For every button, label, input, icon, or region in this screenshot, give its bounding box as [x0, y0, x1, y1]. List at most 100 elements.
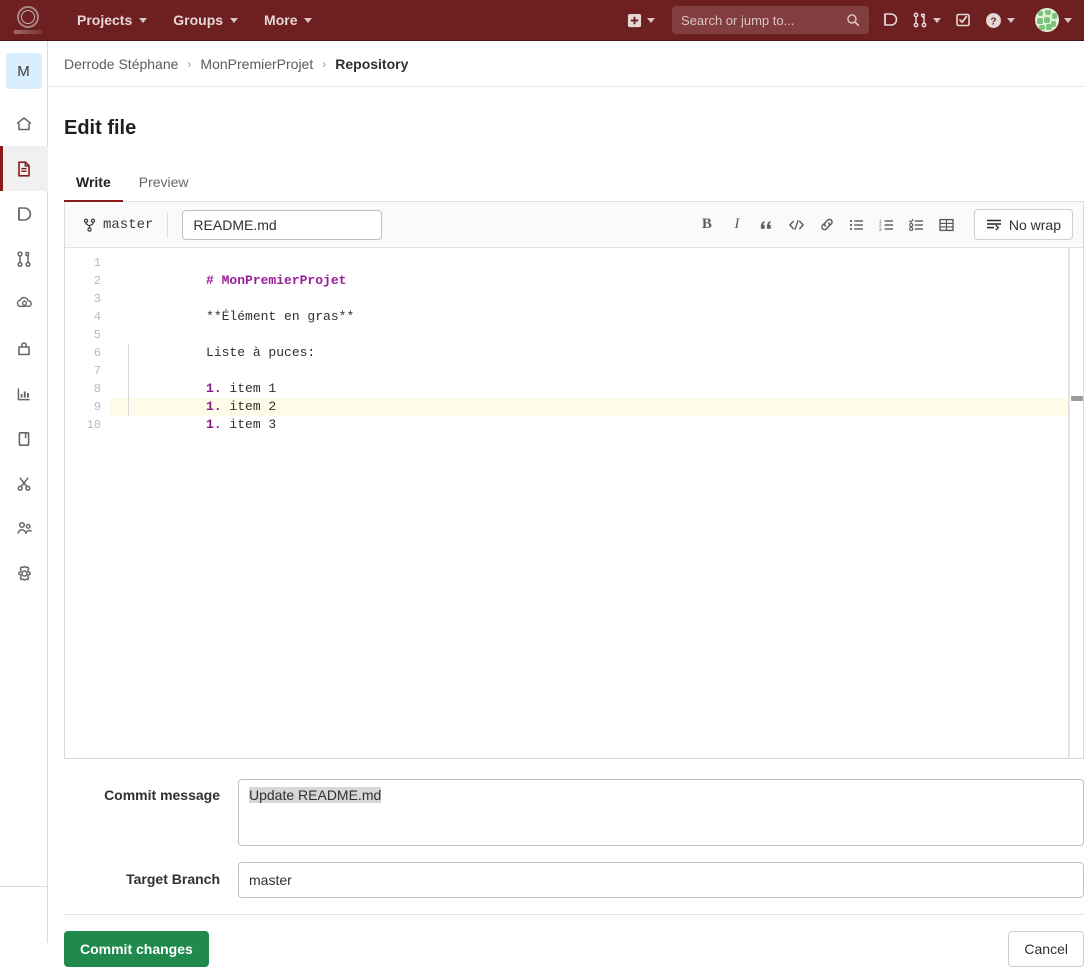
search-input[interactable]: Search or jump to...	[672, 6, 869, 34]
code-line-7-text: item 1	[221, 381, 277, 396]
merge-requests-icon	[913, 12, 927, 28]
main-content: Derrode Stéphane › MonPremierProjet › Re…	[48, 41, 1084, 967]
tab-write[interactable]: Write	[64, 166, 123, 202]
todos-button[interactable]	[948, 0, 978, 41]
line-number: 5	[93, 328, 101, 342]
commit-message-row: Commit message Update README.md	[64, 779, 1084, 846]
code-line-5: Liste à puces:	[109, 326, 1083, 360]
users-icon	[16, 521, 32, 534]
nav-groups-label: Groups	[173, 12, 224, 28]
target-branch-input[interactable]	[238, 862, 1084, 898]
commit-message-input[interactable]: Update README.md	[238, 779, 1084, 846]
line-number: 9	[93, 400, 101, 414]
sidebar-item-settings[interactable]	[0, 551, 48, 596]
sidebar-item-wiki[interactable]	[0, 416, 48, 461]
avatar	[1035, 8, 1059, 32]
sidebar-item-issues[interactable]	[0, 191, 48, 236]
code-line-8-text: item 2	[221, 399, 277, 414]
gear-icon	[17, 565, 31, 581]
line-number-gutter: 1 2 3 4 5 6 7 8 9 10	[65, 248, 109, 758]
code-line-7: 1. item 1	[109, 362, 1083, 396]
rocket-cloud-icon	[16, 296, 32, 307]
code-button[interactable]	[783, 211, 811, 239]
italic-button[interactable]: I	[723, 211, 751, 239]
indent-guide	[128, 344, 129, 416]
table-button[interactable]	[933, 211, 961, 239]
numbered-list-button[interactable]: 1 2 3	[873, 211, 901, 239]
code-icon	[789, 219, 805, 230]
quote-icon	[761, 220, 772, 229]
line-number: 4	[93, 310, 101, 324]
sidebar-item-snippets[interactable]	[0, 461, 48, 506]
search-placeholder: Search or jump to...	[681, 12, 795, 28]
tab-write-label: Write	[76, 174, 111, 190]
commit-changes-button[interactable]: Commit changes	[64, 931, 209, 967]
institution-logo-icon[interactable]	[14, 6, 42, 34]
breadcrumb-project[interactable]: MonPremierProjet	[200, 56, 313, 72]
link-button[interactable]	[813, 211, 841, 239]
code-line-9-text: item 3	[221, 417, 277, 432]
commit-message-label: Commit message	[104, 787, 220, 803]
sidebar-item-members[interactable]	[0, 506, 48, 551]
bold-icon: B	[701, 216, 712, 232]
quote-button[interactable]	[753, 211, 781, 239]
line-number: 8	[93, 382, 101, 396]
line-number: 7	[93, 364, 101, 378]
book-icon	[18, 431, 30, 446]
editor-vertical-scrollbar[interactable]	[1069, 248, 1083, 758]
chevron-down-icon	[1007, 17, 1015, 23]
sidebar-item-merge-requests[interactable]	[0, 236, 48, 281]
line-number: 1	[93, 256, 101, 270]
filename-input[interactable]	[182, 209, 383, 240]
chevron-down-icon	[933, 17, 941, 23]
wrap-toggle-button[interactable]: No wrap	[973, 209, 1073, 240]
tab-preview[interactable]: Preview	[127, 166, 201, 202]
branch-icon	[83, 218, 96, 232]
code-line-1-text: # MonPremierProjet	[206, 273, 347, 288]
sidebar-item-repository[interactable]	[0, 146, 48, 191]
breadcrumb-section: Repository	[335, 55, 409, 72]
code-line-8-prefix: 1.	[206, 399, 222, 414]
bold-button[interactable]: B	[693, 211, 721, 239]
sidebar-item-project-overview[interactable]	[0, 101, 48, 146]
sidebar-project-avatar[interactable]: M	[5, 53, 42, 89]
commit-form: Commit message Update README.md Target B…	[64, 759, 1084, 898]
home-icon	[16, 116, 32, 130]
target-branch-row: Target Branch	[64, 862, 1084, 898]
chevron-down-icon	[230, 17, 239, 23]
editor-tabs: Write Preview	[64, 166, 1084, 202]
cancel-button[interactable]: Cancel	[1008, 931, 1084, 967]
new-item-button[interactable]	[620, 0, 662, 41]
code-line-3: **Élément en gras**	[109, 290, 1083, 324]
code-line-9-prefix: 1.	[206, 417, 222, 432]
nav-more[interactable]: More	[251, 0, 325, 41]
issues-button[interactable]	[875, 0, 905, 41]
left-sidebar: M	[0, 41, 48, 943]
nav-groups[interactable]: Groups	[160, 0, 251, 41]
merge-requests-button[interactable]	[905, 0, 948, 41]
page-title: Edit file	[64, 117, 137, 139]
nav-projects-label: Projects	[77, 12, 133, 28]
scissors-icon	[17, 476, 31, 491]
sidebar-item-cicd[interactable]	[0, 281, 48, 326]
code-lines[interactable]: # MonPremierProjet **Élément en gras** L…	[109, 248, 1083, 758]
breadcrumb-owner[interactable]: Derrode Stéphane	[64, 56, 178, 72]
table-icon	[939, 218, 955, 231]
code-line-7-prefix: 1.	[206, 381, 222, 396]
sidebar-item-security[interactable]	[0, 326, 48, 371]
search-icon	[847, 14, 860, 27]
bullet-list-button[interactable]	[843, 211, 871, 239]
svg-text:?: ?	[990, 16, 996, 27]
shield-icon	[18, 341, 30, 355]
nav-projects[interactable]: Projects	[64, 0, 160, 41]
code-editor-area[interactable]: 1 2 3 4 5 6 7 8 9 10 # MonPremierProjet	[65, 248, 1083, 758]
italic-icon: I	[734, 216, 740, 232]
numbered-list-icon: 1 2 3	[879, 218, 893, 231]
code-line-1: # MonPremierProjet	[109, 254, 1083, 288]
commit-message-value: Update README.md	[249, 787, 382, 803]
user-menu-button[interactable]	[1022, 0, 1084, 41]
logo-wordmark	[14, 30, 42, 34]
task-list-button[interactable]	[903, 211, 931, 239]
sidebar-item-analytics[interactable]	[0, 371, 48, 416]
help-button[interactable]: ?	[978, 0, 1022, 41]
